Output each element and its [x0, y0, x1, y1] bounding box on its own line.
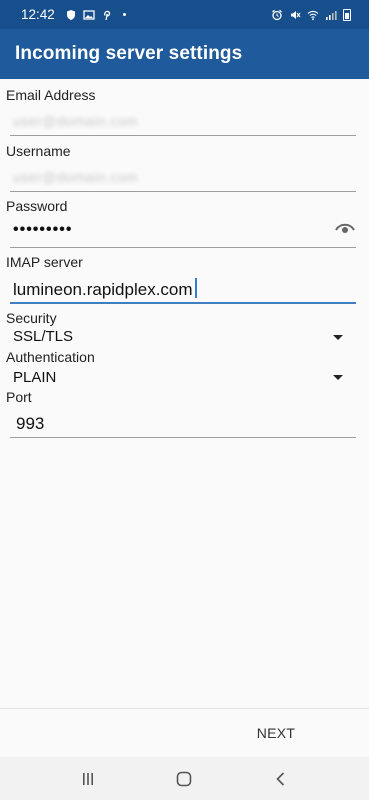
authentication-label: Authentication	[6, 349, 95, 365]
page-title: Incoming server settings	[15, 43, 243, 64]
port-label: Port	[6, 389, 32, 405]
status-time: 12:42	[21, 7, 55, 22]
authentication-chevron-down-icon[interactable]	[333, 375, 343, 380]
image-icon	[83, 9, 95, 21]
imap-server-input[interactable]: lumineon.rapidplex.com	[13, 278, 197, 300]
next-button[interactable]: NEXT	[246, 721, 306, 745]
alarm-icon	[271, 9, 283, 21]
recents-icon[interactable]	[73, 764, 103, 794]
signal-icon	[325, 9, 337, 21]
username-underline	[10, 191, 356, 192]
mute-icon	[289, 9, 301, 21]
security-label: Security	[6, 310, 57, 326]
authentication-select[interactable]: PLAIN	[13, 369, 56, 386]
email-underline	[10, 135, 356, 136]
imap-underline	[10, 302, 356, 304]
username-field[interactable]: user@domain.com	[13, 169, 138, 185]
nav-bar	[0, 757, 369, 800]
wifi-icon	[307, 9, 319, 21]
text-cursor	[194, 278, 197, 298]
app-bar: Incoming server settings	[0, 29, 369, 79]
bottom-divider	[0, 708, 369, 709]
battery-icon	[343, 8, 351, 21]
imap-server-value: lumineon.rapidplex.com	[13, 280, 193, 299]
back-icon[interactable]	[266, 764, 296, 794]
username-label: Username	[6, 143, 71, 159]
dot-icon	[122, 13, 126, 16]
email-label: Email Address	[6, 87, 96, 103]
status-bar: 12:42	[0, 0, 369, 29]
security-select[interactable]: SSL/TLS	[13, 328, 73, 345]
port-underline	[10, 437, 356, 438]
password-field[interactable]: •••••••••	[13, 221, 72, 239]
port-input[interactable]: 993	[16, 414, 44, 434]
password-label: Password	[6, 198, 68, 214]
shield-icon	[65, 9, 77, 21]
status-right	[271, 8, 351, 21]
status-left: 12:42	[21, 7, 126, 22]
home-icon[interactable]	[169, 764, 199, 794]
password-underline	[10, 247, 356, 248]
imap-label: IMAP server	[6, 254, 83, 270]
email-field[interactable]: user@domain.com	[13, 113, 138, 129]
security-chevron-down-icon[interactable]	[333, 335, 343, 340]
pinterest-icon	[101, 9, 113, 21]
eye-icon[interactable]	[335, 221, 355, 235]
